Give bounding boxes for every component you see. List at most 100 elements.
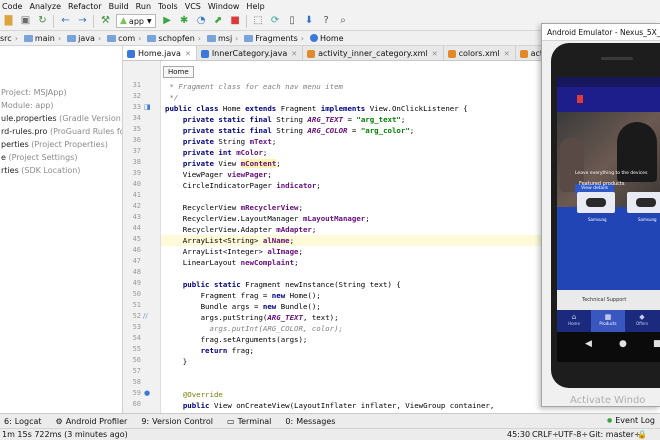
tab-home-java[interactable]: Home.java ✕ [123, 46, 197, 60]
tree-row[interactable]: e (Project Settings) [0, 151, 122, 164]
tree-row[interactable]: rties (SDK Location) [0, 164, 122, 177]
breadcrumb-item[interactable]: Home [307, 34, 344, 43]
line-number: 60 [132, 400, 141, 408]
tree-row[interactable]: ule.properties (Gradle Version) [0, 112, 122, 125]
hammer-icon[interactable]: ⚒ [99, 15, 112, 28]
back-icon[interactable]: ← [59, 15, 72, 28]
device-screen[interactable]: Leave everything to the devices View det… [557, 77, 660, 362]
stop-icon[interactable]: ■ [229, 15, 242, 28]
tool-terminal[interactable]: ▭ Terminal [227, 417, 271, 426]
folder-icon [67, 34, 77, 42]
project-panel: Project: MSJApp) Module: app) ule.proper… [0, 46, 123, 413]
recents-icon[interactable]: ■ [653, 339, 660, 349]
caret-position[interactable]: 45:30 [507, 430, 530, 439]
layout-inspector-icon[interactable]: ? [320, 15, 333, 28]
menu-window[interactable]: Window [208, 2, 240, 11]
tree-row[interactable]: Module: app) [0, 99, 122, 112]
toolbar-separator [93, 14, 94, 28]
tab-colors-xml[interactable]: colors.xml ✕ [444, 46, 516, 60]
tool-event-log[interactable]: ● Event Log [607, 416, 655, 425]
android-emulator-window[interactable]: Android Emulator - Nexus_5X_API_ Leave e… [541, 23, 660, 407]
breadcrumb-item[interactable]: Fragments › [241, 34, 304, 43]
tree-row[interactable] [0, 59, 122, 72]
product-name: Samsung [638, 217, 657, 222]
breadcrumb-item[interactable]: main › [21, 34, 61, 43]
camera-image [636, 198, 656, 207]
search-icon[interactable]: ⌕ [337, 15, 350, 28]
close-icon[interactable]: ✕ [432, 50, 438, 58]
emulator-title: Android Emulator - Nexus_5X_API_ [542, 24, 660, 41]
line-number: 49 [132, 279, 141, 287]
tree-row[interactable]: rd-rules.pro (ProGuard Rules for app) [0, 125, 122, 138]
phone-frame: Leave everything to the devices View det… [551, 43, 660, 388]
featured-products-label: Featured products [579, 181, 625, 187]
home-circle-icon[interactable]: ● [619, 339, 627, 349]
toolbar-separator [245, 14, 247, 28]
close-icon[interactable]: ✕ [185, 50, 191, 58]
breadcrumb-item[interactable]: com › [104, 34, 141, 43]
folder-icon [244, 34, 254, 42]
tool-android-profiler[interactable]: ⚙ Android Profiler [56, 417, 128, 426]
tag-icon: ◆ [639, 313, 645, 321]
menu-run[interactable]: Run [136, 2, 151, 11]
tree-row[interactable]: Project: MSJApp) [0, 86, 122, 99]
support-section[interactable]: Technical Support [557, 290, 660, 310]
attach-icon[interactable]: ⬈ [212, 15, 225, 28]
menu-tools[interactable]: Tools [158, 2, 178, 11]
save-all-icon[interactable]: ▣ [19, 15, 32, 28]
tree-row[interactable]: perties (Project Properties) [0, 138, 122, 151]
back-icon[interactable]: ◀ [585, 339, 592, 349]
implements-marker-icon[interactable]: ◨ [144, 103, 151, 111]
avd-manager-icon[interactable]: ▯ [286, 15, 299, 28]
menu-code[interactable]: Code [2, 2, 22, 11]
lock-icon[interactable]: 🔒 [637, 430, 647, 439]
git-branch[interactable]: Git: master÷ [589, 430, 641, 439]
app-bar [557, 87, 660, 112]
menu-build[interactable]: Build [109, 2, 129, 11]
file-encoding[interactable]: UTF-8÷ [558, 430, 588, 439]
menu-help[interactable]: Help [246, 2, 264, 11]
apply-changes-icon[interactable]: ⬚ [252, 15, 265, 28]
override-marker-icon[interactable]: ● [144, 389, 150, 397]
run-icon[interactable]: ▶ [161, 15, 174, 28]
forward-icon[interactable]: → [76, 15, 89, 28]
menu-vcs[interactable]: VCS [185, 2, 201, 11]
profile-icon[interactable]: ◔ [195, 15, 208, 28]
product-card[interactable] [577, 192, 615, 213]
menu-analyze[interactable]: Analyze [29, 2, 61, 11]
line-number: 55 [132, 345, 141, 353]
sync-icon[interactable]: ↻ [36, 15, 49, 28]
status-message[interactable]: 1m 15s 722ms (3 minutes ago) [2, 430, 128, 439]
breadcrumb-item[interactable]: src › [0, 34, 18, 43]
breadcrumb-item[interactable]: msj › [204, 34, 238, 43]
line-separator[interactable]: CRLF÷ [532, 430, 559, 439]
tool-logcat[interactable]: 6: Logcat [4, 417, 42, 426]
nav-products[interactable]: ▦ Products [591, 310, 625, 332]
tool-version-control[interactable]: 9: Version Control [141, 417, 213, 426]
menu-refactor[interactable]: Refactor [68, 2, 102, 11]
line-number: 39 [132, 169, 141, 177]
nav-offers[interactable]: ◆ Offers [625, 310, 659, 332]
tool-messages[interactable]: 0: Messages [285, 417, 335, 426]
support-label: Technical Support [582, 297, 627, 303]
tab-activity-inner-category-xml[interactable]: activity_inner_category.xml ✕ [303, 46, 444, 60]
xml-file-icon [447, 49, 456, 58]
breadcrumb-item[interactable]: schopfen › [144, 34, 201, 43]
nav-home[interactable]: ⌂ Home [557, 310, 591, 332]
debug-icon[interactable]: ✱ [178, 15, 191, 28]
tab-innercategory-java[interactable]: InnerCategory.java ✕ [197, 46, 304, 60]
line-number: 58 [132, 378, 141, 386]
folder-icon[interactable]: ▇ [2, 15, 15, 28]
product-card[interactable] [627, 192, 660, 213]
breadcrumb-item[interactable]: java › [64, 34, 101, 43]
xml-file-icon [307, 49, 316, 58]
gradle-sync-icon[interactable]: ⟳ [269, 15, 282, 28]
line-number: 44 [132, 224, 141, 232]
line-number: 50 [132, 290, 141, 298]
close-icon[interactable]: ✕ [504, 50, 510, 58]
close-icon[interactable]: ✕ [291, 50, 297, 58]
tree-row[interactable] [0, 46, 122, 59]
run-config-dropdown[interactable]: ▲ app ▼ [116, 14, 156, 28]
sdk-manager-icon[interactable]: ⬇ [303, 15, 316, 28]
tool-window-bar: 6: Logcat ⚙ Android Profiler 9: Version Con… [0, 413, 660, 428]
